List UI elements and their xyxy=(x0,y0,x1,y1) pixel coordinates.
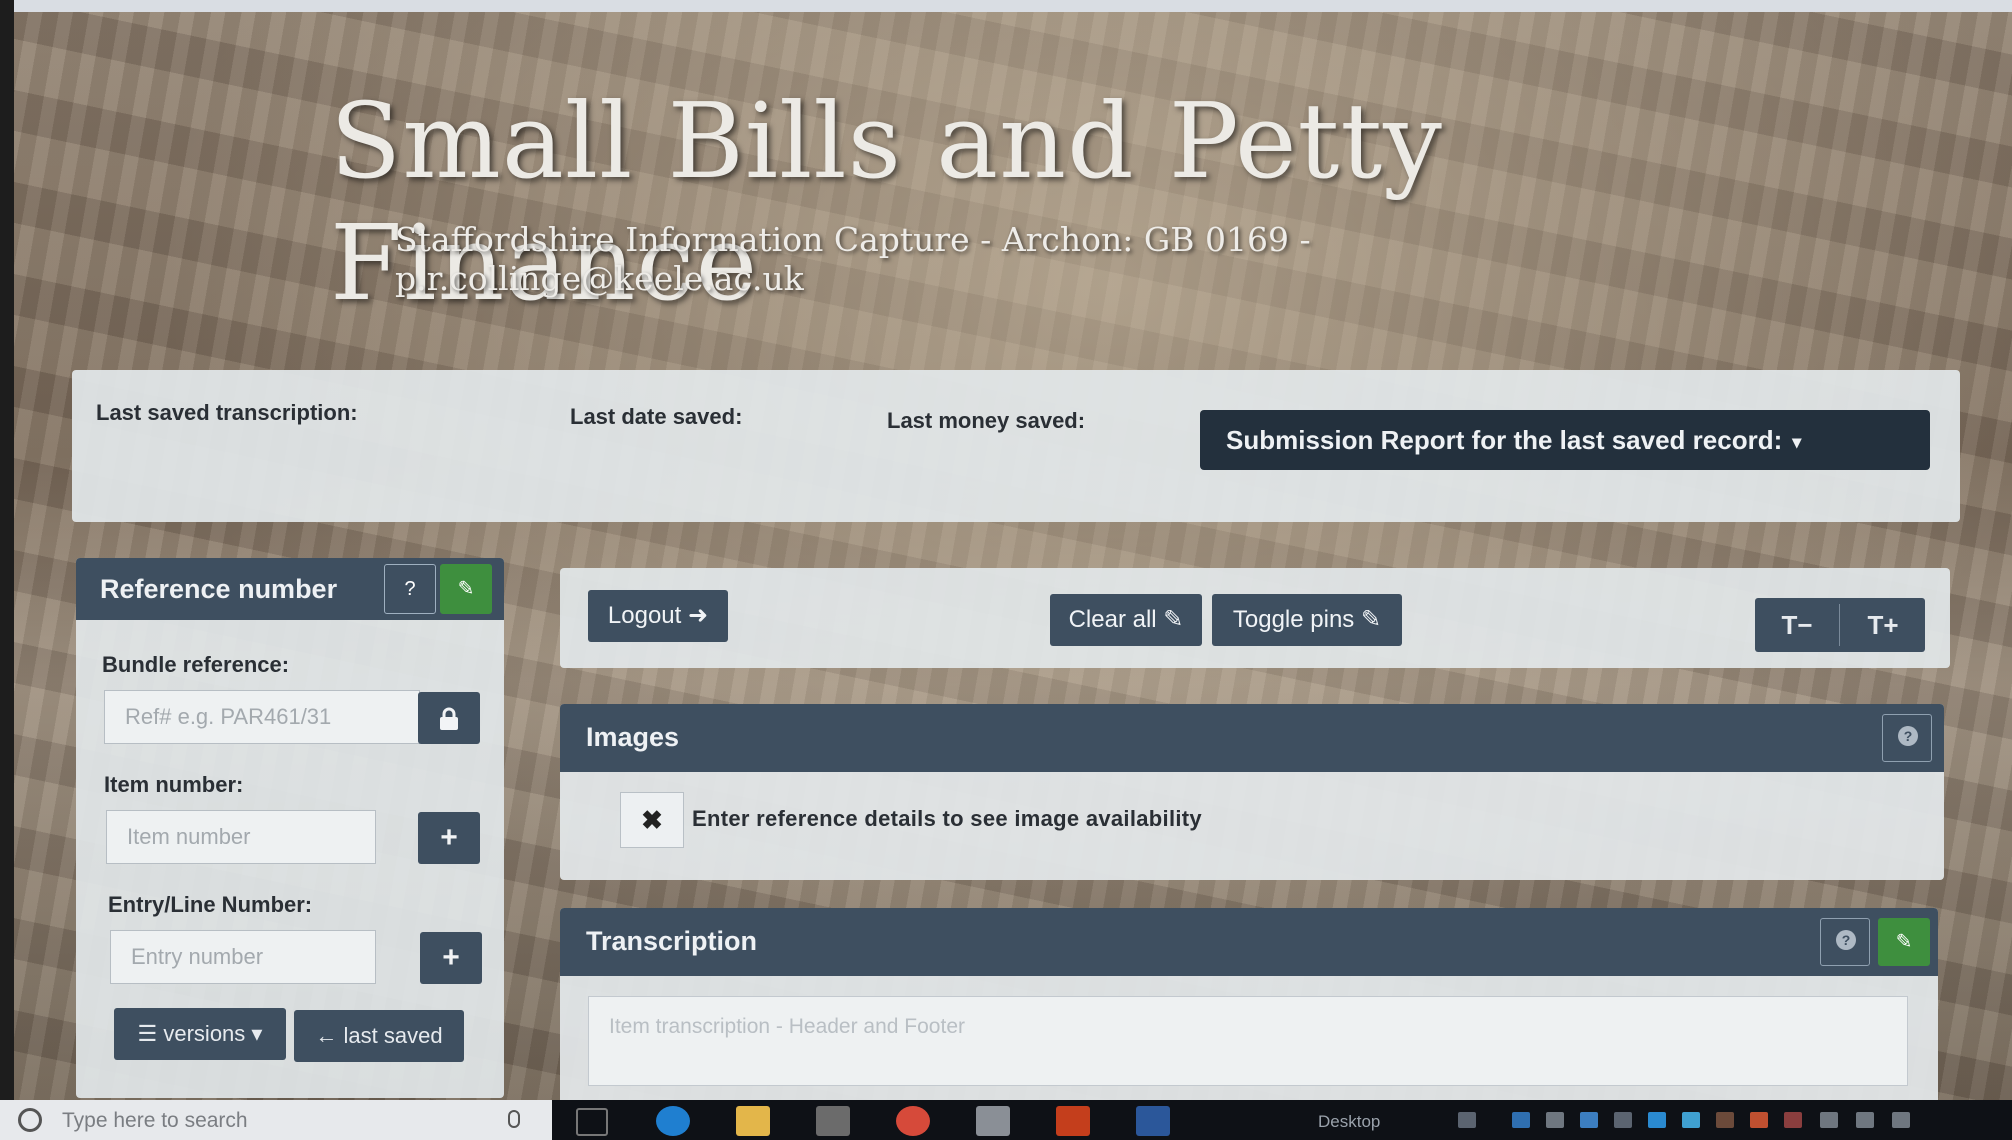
wifi-icon[interactable] xyxy=(1856,1112,1874,1128)
taskbar-search[interactable]: Type here to search xyxy=(0,1100,552,1140)
bundle-reference-label: Bundle reference: xyxy=(102,652,290,677)
cortana-icon xyxy=(18,1108,42,1132)
logout-icon: ➜ xyxy=(687,602,709,629)
transcription-textarea[interactable]: Item transcription - Header and Footer xyxy=(588,996,1908,1086)
tray-app-icon[interactable] xyxy=(1546,1112,1564,1128)
images-panel-title: Images xyxy=(586,722,680,752)
submission-report-label: Submission Report for the last saved rec… xyxy=(1226,425,1783,455)
arrow-left-icon: ← xyxy=(315,1023,338,1048)
taskbar-search-placeholder: Type here to search xyxy=(62,1109,248,1132)
transcription-panel-header: Transcription ✎ xyxy=(560,908,1938,976)
versions-label: versions xyxy=(163,1021,246,1046)
item-number-input[interactable]: Item number xyxy=(106,810,376,864)
tray-app-icon[interactable] xyxy=(1648,1112,1666,1128)
volume-icon[interactable] xyxy=(1892,1112,1910,1128)
tray-app-icon[interactable] xyxy=(1614,1112,1632,1128)
close-icon: ✖ xyxy=(620,792,684,848)
transcription-panel: Transcription ✎ Item transcription - Hea… xyxy=(560,908,1938,1108)
desktop-toolbar-label[interactable]: Desktop xyxy=(1318,1112,1380,1132)
item-number-label: Item number: xyxy=(104,772,244,797)
help-icon[interactable] xyxy=(1882,714,1932,762)
microphone-icon[interactable] xyxy=(508,1110,520,1128)
submission-report-dropdown[interactable]: Submission Report for the last saved rec… xyxy=(1200,410,1930,470)
tray-app-icon[interactable] xyxy=(1750,1112,1768,1128)
help-icon[interactable] xyxy=(1820,918,1870,966)
photos-icon[interactable] xyxy=(976,1106,1010,1136)
bundle-reference-input[interactable]: Ref# e.g. PAR461/31 xyxy=(104,690,420,744)
site-subtitle: Staffordshire Information Capture - Arch… xyxy=(395,220,1311,298)
images-panel: Images ✖ Enter reference details to see … xyxy=(560,704,1944,880)
transcription-panel-title: Transcription xyxy=(586,926,758,956)
logout-button[interactable]: Logout ➜ xyxy=(588,590,728,642)
images-panel-header: Images xyxy=(560,704,1944,772)
entry-number-label: Entry/Line Number: xyxy=(108,892,313,917)
browser-top-edge xyxy=(0,0,2012,12)
edge-icon[interactable] xyxy=(656,1106,690,1136)
reference-panel: Reference number ? ✎ Bundle reference: R… xyxy=(76,558,504,1098)
pin-icon[interactable]: ✎ xyxy=(440,564,492,614)
windows-taskbar: Type here to search Desktop xyxy=(0,1100,2012,1140)
last-money-label: Last money saved: xyxy=(887,408,1086,433)
tray-app-icon[interactable] xyxy=(1716,1112,1734,1128)
pin-icon[interactable]: ✎ xyxy=(1878,918,1930,966)
list-icon: ☰ xyxy=(137,1021,158,1046)
lock-icon xyxy=(440,707,458,731)
divider xyxy=(1839,604,1840,646)
tray-app-icon[interactable] xyxy=(1580,1112,1598,1128)
reference-panel-header: Reference number ? ✎ xyxy=(76,558,504,620)
caret-down-icon: ▾ xyxy=(251,1021,263,1046)
task-view-icon[interactable] xyxy=(576,1108,608,1136)
tray-app-icon[interactable] xyxy=(1682,1112,1700,1128)
last-saved-button[interactable]: ← last saved xyxy=(294,1010,464,1062)
logout-label: Logout xyxy=(607,602,682,629)
people-icon[interactable] xyxy=(1458,1112,1476,1128)
file-explorer-icon[interactable] xyxy=(736,1106,770,1136)
eraser-icon: ✎ xyxy=(1163,606,1184,633)
font-size-group: T− T+ xyxy=(1755,598,1925,652)
clear-all-button[interactable]: Clear all ✎ xyxy=(1050,594,1202,646)
screen-bezel xyxy=(0,0,14,1140)
last-saved-label: last saved xyxy=(343,1023,443,1048)
add-item-button[interactable]: + xyxy=(418,812,480,864)
caret-down-icon: ▾ xyxy=(1792,432,1802,453)
font-decrease-button[interactable]: T− xyxy=(1755,598,1839,652)
chrome-icon[interactable] xyxy=(896,1106,930,1136)
pin-icon: ✎ xyxy=(1360,606,1382,633)
entry-number-input[interactable]: Entry number xyxy=(110,930,376,984)
battery-icon[interactable] xyxy=(1820,1112,1838,1128)
lock-button[interactable] xyxy=(418,692,480,744)
reference-panel-title: Reference number xyxy=(100,574,338,604)
store-icon[interactable] xyxy=(816,1106,850,1136)
last-date-label: Last date saved: xyxy=(570,404,743,429)
last-transcription-label: Last saved transcription: xyxy=(96,400,358,425)
toggle-pins-label: Toggle pins xyxy=(1232,606,1355,633)
tray-app-icon[interactable] xyxy=(1512,1112,1530,1128)
add-entry-button[interactable]: + xyxy=(420,932,482,984)
status-panel: Last saved transcription: Last date save… xyxy=(72,370,1960,522)
toggle-pins-button[interactable]: Toggle pins ✎ xyxy=(1212,594,1402,646)
font-increase-button[interactable]: T+ xyxy=(1841,598,1925,652)
image-availability-message: Enter reference details to see image ava… xyxy=(692,806,1202,831)
word-icon[interactable] xyxy=(1136,1106,1170,1136)
tray-app-icon[interactable] xyxy=(1784,1112,1802,1128)
clear-all-label: Clear all xyxy=(1068,606,1157,633)
toolbar: Logout ➜ Clear all ✎ Toggle pins ✎ T− T+ xyxy=(560,568,1950,668)
versions-dropdown[interactable]: ☰ versions ▾ xyxy=(114,1008,286,1060)
powerpoint-icon[interactable] xyxy=(1056,1106,1090,1136)
help-icon[interactable]: ? xyxy=(384,564,436,614)
